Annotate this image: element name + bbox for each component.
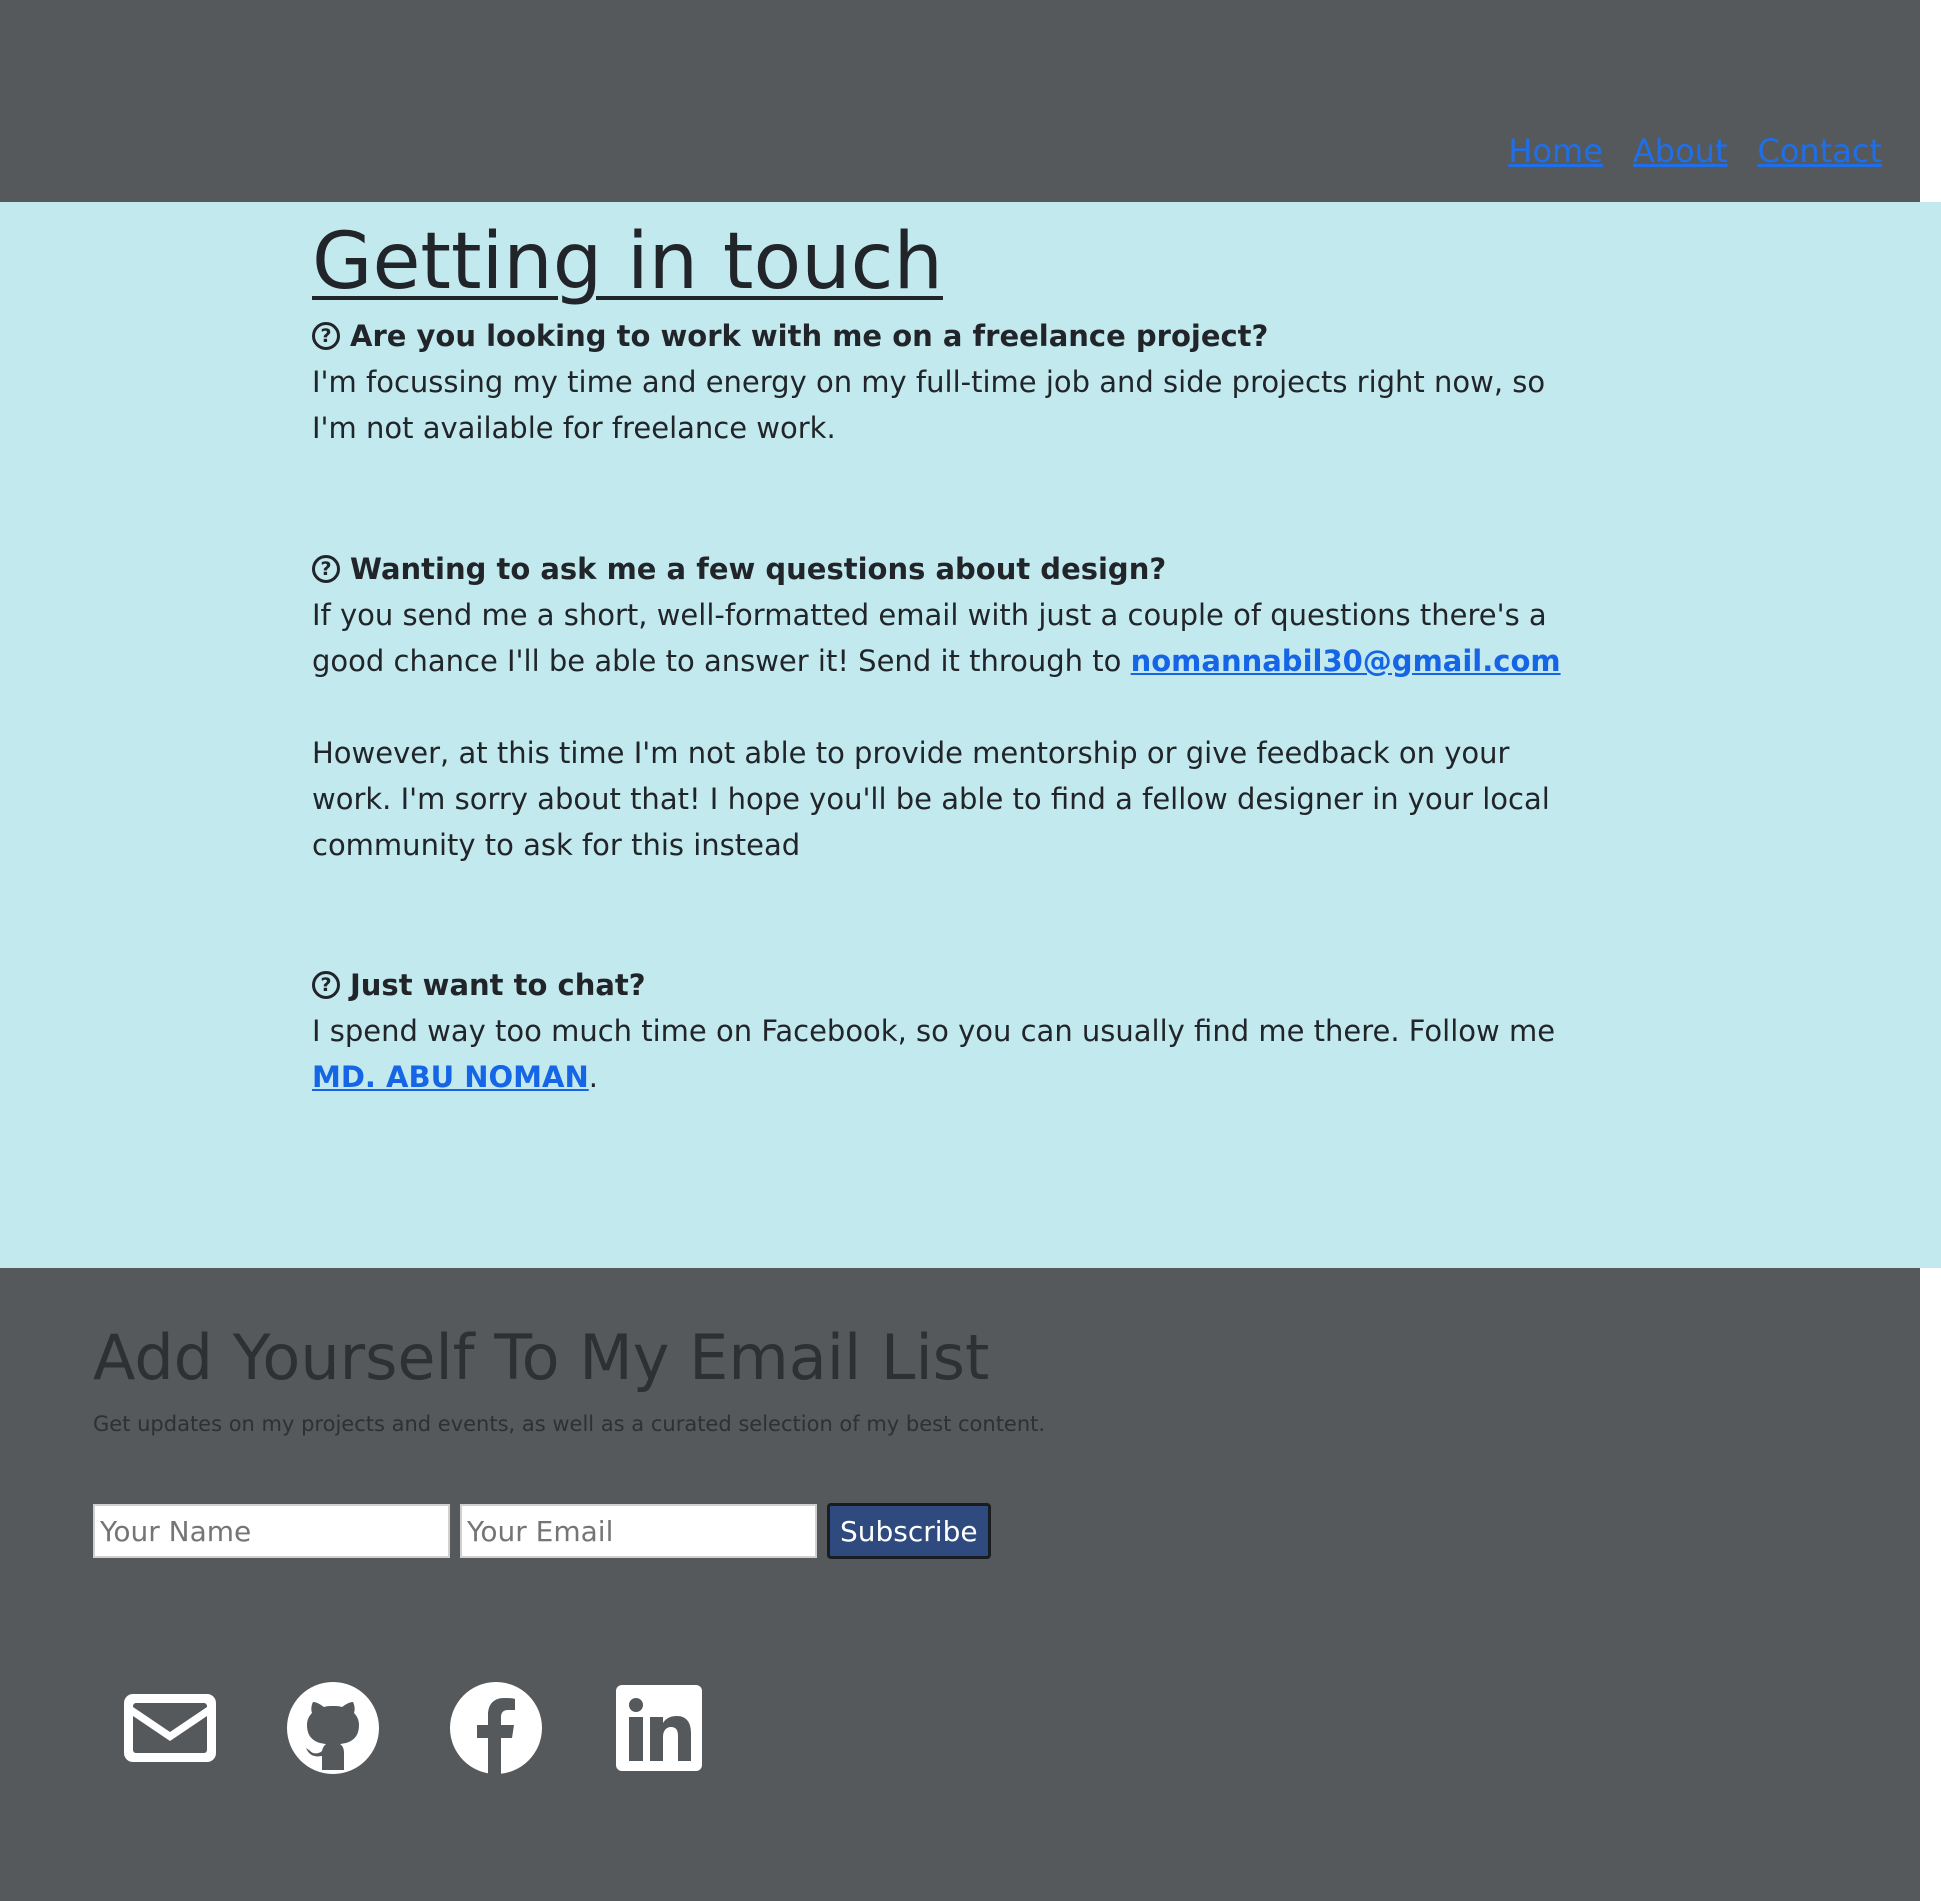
question-circle-icon: ? [312, 555, 340, 583]
social-links [122, 1680, 774, 1776]
name-input[interactable] [93, 1504, 450, 1558]
nav-about-link[interactable]: About [1633, 131, 1728, 171]
nav-home-link[interactable]: Home [1508, 131, 1603, 171]
linkedin-icon [616, 1685, 702, 1771]
faq-question-text: Just want to chat? [350, 968, 646, 1002]
subscribe-button[interactable]: Subscribe [827, 1503, 991, 1559]
faq-answer: I'm focussing my time and energy on my f… [312, 365, 1546, 445]
newsletter-subtitle: Get updates on my projects and events, a… [93, 1412, 1046, 1436]
faq-answer-extra: However, at this time I'm not able to pr… [312, 736, 1550, 862]
faq-question: ? Wanting to ask me a few questions abou… [312, 546, 1582, 592]
question-circle-icon: ? [312, 322, 340, 350]
email-social-link[interactable] [122, 1680, 218, 1776]
github-icon [287, 1682, 379, 1774]
email-input[interactable] [460, 1504, 817, 1558]
newsletter-form: Subscribe [93, 1503, 991, 1559]
faq-answer: If you send me a short, well-formatted e… [312, 592, 1582, 684]
faq-question-text: Are you looking to work with me on a fre… [350, 319, 1269, 353]
faq-answer-text: I spend way too much time on Facebook, s… [312, 1014, 1556, 1048]
faq-answer-suffix: . [588, 1060, 598, 1094]
github-social-link[interactable] [285, 1680, 381, 1776]
faq-question: ? Are you looking to work with me on a f… [312, 313, 1582, 359]
faq-design: ? Wanting to ask me a few questions abou… [312, 546, 1582, 868]
facebook-profile-link[interactable]: MD. ABU NOMAN [312, 1060, 589, 1094]
question-circle-icon: ? [312, 971, 340, 999]
faq-question-text: Wanting to ask me a few questions about … [350, 552, 1167, 586]
newsletter-title: Add Yourself To My Email List [93, 1321, 990, 1394]
contact-section: Getting in touch ? Are you looking to wo… [0, 202, 1941, 1268]
facebook-icon [450, 1682, 542, 1774]
site-header: Home About Contact [0, 0, 1920, 202]
faq-freelance: ? Are you looking to work with me on a f… [312, 313, 1582, 451]
site-footer: Add Yourself To My Email List Get update… [0, 1268, 1920, 1901]
envelope-icon [124, 1694, 216, 1762]
page-title: Getting in touch [312, 217, 943, 307]
linkedin-social-link[interactable] [611, 1680, 707, 1776]
faq-chat: ? Just want to chat? I spend way too muc… [312, 962, 1582, 1100]
email-link[interactable]: nomannabil30@gmail.com [1131, 644, 1561, 678]
facebook-social-link[interactable] [448, 1680, 544, 1776]
main-nav: Home About Contact [1508, 131, 1882, 171]
faq-answer: I spend way too much time on Facebook, s… [312, 1008, 1582, 1100]
nav-contact-link[interactable]: Contact [1758, 131, 1883, 171]
faq-question: ? Just want to chat? [312, 962, 1582, 1008]
